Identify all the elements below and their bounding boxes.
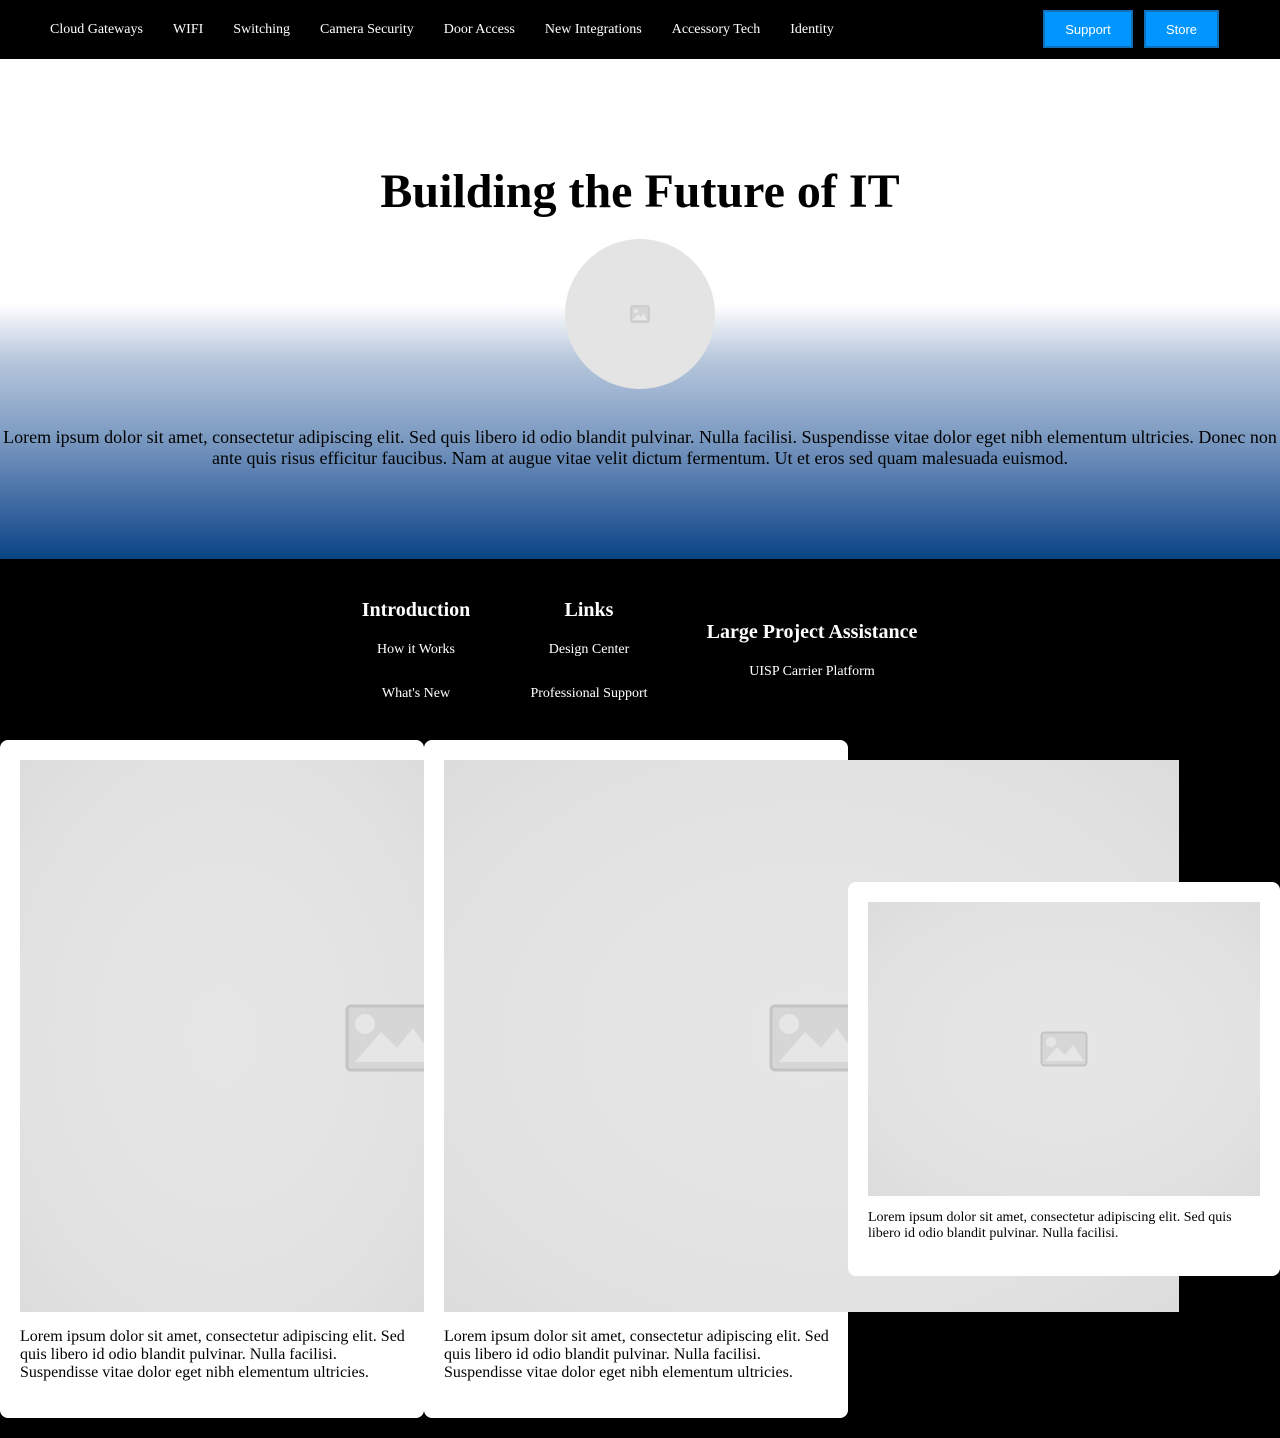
design-center-link[interactable]: Design Center bbox=[509, 641, 669, 658]
nav-item-identity[interactable]: Identity bbox=[790, 22, 834, 38]
card-image bbox=[868, 902, 1260, 1196]
introduction-column: Introduction How it Works What's New bbox=[336, 598, 496, 702]
nav-item-camera-security[interactable]: Camera Security bbox=[320, 22, 414, 38]
links-column: Links Design Center Professional Support bbox=[509, 598, 669, 702]
nav-item-cloud-gateways[interactable]: Cloud Gateways bbox=[50, 22, 143, 38]
nav-item-door-access[interactable]: Door Access bbox=[444, 22, 515, 38]
store-button[interactable]: Store bbox=[1144, 10, 1219, 48]
whats-new-link[interactable]: What's New bbox=[336, 685, 496, 702]
nav-item-switching[interactable]: Switching bbox=[233, 22, 290, 38]
hero-title: Building the Future of IT bbox=[380, 165, 900, 218]
image-placeholder-icon bbox=[345, 1004, 424, 1072]
card-1[interactable]: Lorem ipsum dolor sit amet, consectetur … bbox=[0, 740, 424, 1418]
image-placeholder-icon bbox=[630, 305, 650, 323]
nav-item-new-integrations[interactable]: New Integrations bbox=[545, 22, 642, 38]
card-image bbox=[20, 760, 424, 1312]
uisp-carrier-platform-link[interactable]: UISP Carrier Platform bbox=[692, 663, 932, 680]
card-3[interactable]: Lorem ipsum dolor sit amet, consectetur … bbox=[848, 882, 1280, 1276]
card-text: Lorem ipsum dolor sit amet, consectetur … bbox=[868, 1210, 1232, 1241]
hero-avatar bbox=[565, 239, 715, 389]
nav-item-wifi[interactable]: WIFI bbox=[173, 22, 203, 38]
how-it-works-link[interactable]: How it Works bbox=[336, 641, 496, 658]
hero-description: Lorem ipsum dolor sit amet, consectetur … bbox=[3, 427, 1277, 468]
card-text: Lorem ipsum dolor sit amet, consectetur … bbox=[20, 1328, 405, 1381]
card-text: Lorem ipsum dolor sit amet, consectetur … bbox=[444, 1328, 829, 1381]
links-heading: Links bbox=[564, 599, 614, 621]
nav-item-accessory-tech[interactable]: Accessory Tech bbox=[672, 22, 761, 38]
hero-section: Building the Future of IT Lorem ipsum do… bbox=[0, 59, 1280, 559]
large-project-heading: Large Project Assistance bbox=[706, 621, 918, 643]
nav-links: Cloud Gateways WIFI Switching Camera Sec… bbox=[50, 0, 864, 59]
support-button[interactable]: Support bbox=[1043, 10, 1133, 48]
professional-support-link[interactable]: Professional Support bbox=[509, 685, 669, 702]
introduction-heading: Introduction bbox=[361, 599, 471, 621]
image-placeholder-icon bbox=[1040, 1031, 1088, 1067]
card-2[interactable]: Lorem ipsum dolor sit amet, consectetur … bbox=[424, 740, 1179, 1418]
top-nav: Cloud Gateways WIFI Switching Camera Sec… bbox=[0, 0, 1280, 59]
large-project-column: Large Project Assistance UISP Carrier Pl… bbox=[692, 620, 932, 680]
footer-links: Introduction How it Works What's New Lin… bbox=[0, 559, 1280, 740]
